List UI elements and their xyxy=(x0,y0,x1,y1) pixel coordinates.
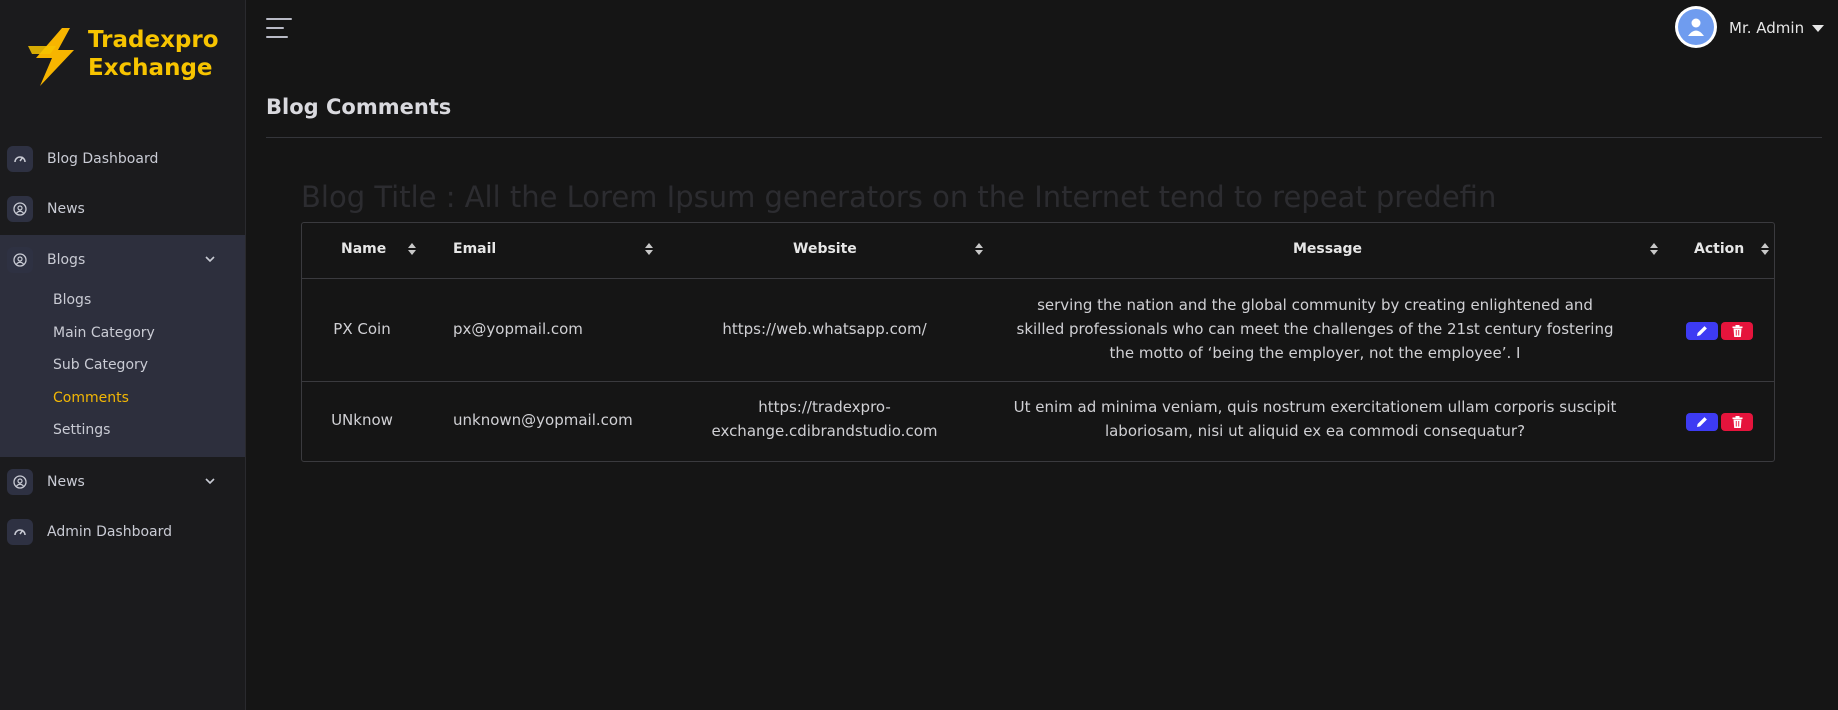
user-circle-icon xyxy=(7,469,33,495)
delete-button[interactable] xyxy=(1721,322,1753,340)
sidebar-item-news-group[interactable]: News xyxy=(0,462,245,502)
chevron-down-icon xyxy=(205,256,215,263)
sidebar-item-label: News xyxy=(47,474,85,490)
blog-title: Blog Title : All the Lorem Ipsum generat… xyxy=(301,180,1497,214)
caret-down-icon[interactable] xyxy=(1812,25,1824,32)
sidebar-subitem-comments[interactable]: Comments xyxy=(53,390,129,406)
brand-line1: Tradexpro xyxy=(88,27,219,53)
brand-line2: Exchange xyxy=(88,55,213,81)
sidebar-item-admin-dashboard[interactable]: Admin Dashboard xyxy=(0,512,245,552)
column-header-name[interactable]: Name xyxy=(341,241,386,257)
user-avatar-icon xyxy=(1678,9,1714,45)
cell-name: UNknow xyxy=(331,411,393,429)
sidebar-group-blogs: Blogs Blogs Main Category Sub Category C… xyxy=(0,235,245,457)
cell-name: PX Coin xyxy=(333,320,391,338)
sidebar-item-blog-dashboard[interactable]: Blog Dashboard xyxy=(0,139,245,179)
page-title: Blog Comments xyxy=(266,95,452,119)
divider xyxy=(302,278,1774,279)
sidebar-item-label: Blogs xyxy=(47,252,86,268)
sidebar-subitem-settings[interactable]: Settings xyxy=(53,422,110,438)
column-header-message[interactable]: Message xyxy=(1293,241,1362,257)
sidebar-item-blogs[interactable]: Blogs xyxy=(0,240,245,280)
divider xyxy=(266,137,1822,138)
edit-button[interactable] xyxy=(1686,322,1718,340)
sidebar-item-news[interactable]: News xyxy=(0,189,245,229)
sidebar-item-label: Blog Dashboard xyxy=(47,151,159,167)
user-circle-icon xyxy=(7,196,33,222)
user-circle-icon xyxy=(7,247,33,273)
cell-message: Ut enim ad minima veniam, quis nostrum e… xyxy=(1013,398,1617,440)
sidebar-subitem-sub-category[interactable]: Sub Category xyxy=(53,357,148,373)
brand-name: Tradexpro Exchange xyxy=(88,26,219,82)
delete-button[interactable] xyxy=(1721,413,1753,431)
cell-message: serving the nation and the global commun… xyxy=(1016,296,1614,362)
chevron-down-icon xyxy=(205,478,215,485)
brand-logo[interactable]: Tradexpro Exchange xyxy=(26,22,226,92)
column-header-website[interactable]: Website xyxy=(793,241,857,257)
sidebar-item-label: Admin Dashboard xyxy=(47,524,173,540)
column-header-action[interactable]: Action xyxy=(1694,241,1744,257)
trash-icon xyxy=(1732,416,1742,428)
pencil-icon xyxy=(1697,417,1707,427)
avatar[interactable] xyxy=(1675,6,1717,48)
sidebar-subitem-main-category[interactable]: Main Category xyxy=(53,325,155,341)
cell-email: px@yopmail.com xyxy=(453,320,583,338)
edit-button[interactable] xyxy=(1686,413,1718,431)
sidebar: Tradexpro Exchange Blog Dashboard News B… xyxy=(0,0,246,710)
sidebar-item-label: News xyxy=(47,201,85,217)
sidebar-subitem-blogs[interactable]: Blogs xyxy=(53,292,91,308)
comments-table: Name Email Website Message Action PX Coi… xyxy=(301,222,1775,462)
speedometer-icon xyxy=(7,519,33,545)
speedometer-icon xyxy=(7,146,33,172)
divider xyxy=(302,381,1774,382)
hamburger-menu-icon[interactable] xyxy=(266,18,292,42)
cell-website: https://web.whatsapp.com/ xyxy=(722,320,927,338)
column-header-email[interactable]: Email xyxy=(453,241,496,257)
trash-icon xyxy=(1732,325,1742,337)
cell-email: unknown@yopmail.com xyxy=(453,411,633,429)
cell-website: https://tradexpro-exchange.cdibrandstudi… xyxy=(711,398,938,440)
bolt-logo-icon xyxy=(28,28,74,86)
pencil-icon xyxy=(1697,326,1707,336)
user-menu-name[interactable]: Mr. Admin xyxy=(1729,19,1804,37)
